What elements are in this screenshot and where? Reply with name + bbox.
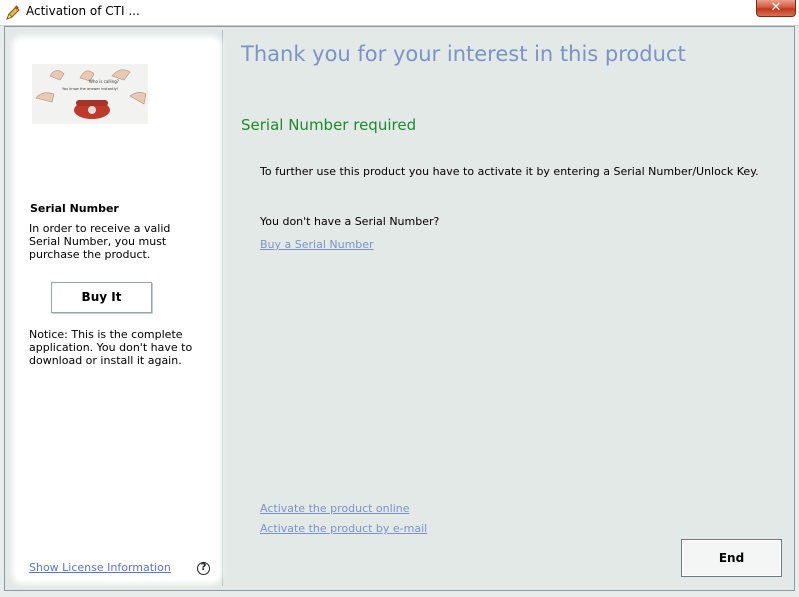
window-title: Activation of CTI ...: [26, 4, 140, 18]
instruction-text: To further use this product you have to …: [260, 165, 759, 178]
serial-number-description: In order to receive a valid Serial Numbe…: [29, 222, 171, 261]
end-button[interactable]: End: [681, 539, 782, 577]
activate-email-link[interactable]: Activate the product by e-mail: [260, 522, 427, 535]
notice-text: Notice: This is the complete application…: [29, 328, 193, 367]
question-circle-icon[interactable]: ?: [197, 562, 210, 575]
promo-caption-2: You know the answer instantly!: [62, 87, 118, 91]
section-subtitle: Serial Number required: [241, 116, 417, 134]
activate-online-link[interactable]: Activate the product online: [260, 502, 409, 515]
buy-it-button[interactable]: Buy It: [51, 282, 152, 313]
title-bar: Activation of CTI ... ✕: [0, 0, 799, 26]
no-serial-question: You don't have a Serial Number?: [260, 215, 440, 228]
serial-number-heading: Serial Number: [30, 202, 119, 215]
app-icon: [4, 4, 22, 22]
panel-divider: [222, 30, 223, 586]
promo-image: Who is calling? You know the answer inst…: [32, 64, 148, 124]
page-title: Thank you for your interest in this prod…: [241, 42, 686, 66]
show-license-link[interactable]: Show License Information: [29, 561, 171, 574]
promo-caption-1: Who is calling?: [89, 79, 119, 84]
buy-serial-link[interactable]: Buy a Serial Number: [260, 238, 374, 251]
close-button[interactable]: ✕: [756, 0, 796, 17]
